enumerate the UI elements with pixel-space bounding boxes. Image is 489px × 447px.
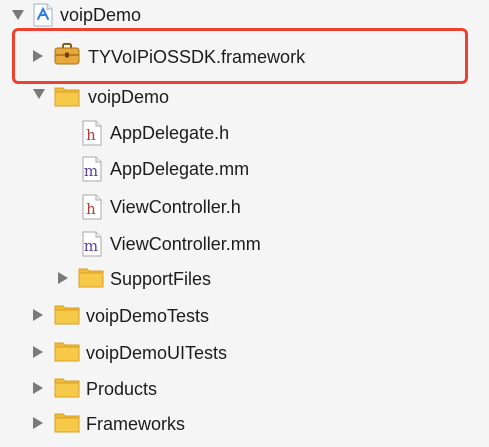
project-label: voipDemo	[60, 5, 142, 25]
tree-row-ui-tests[interactable]: voipDemoUITests	[0, 334, 489, 371]
tree-row-file[interactable]: m AppDelegate.mm	[0, 150, 489, 187]
implementation-file-icon: m	[82, 231, 102, 257]
xcode-project-icon	[33, 3, 53, 27]
group-label: voipDemo	[88, 87, 170, 107]
disclosure-collapsed-icon[interactable]	[33, 346, 43, 358]
folder-icon	[54, 411, 80, 433]
disclosure-expanded-icon[interactable]	[12, 10, 24, 20]
folder-icon	[54, 376, 80, 398]
tree-row-products[interactable]: Products	[0, 370, 489, 407]
highlight-annotation-box	[12, 28, 468, 84]
frameworks-label: Frameworks	[86, 414, 186, 434]
tree-row-file[interactable]: h ViewController.h	[0, 188, 489, 225]
tree-row-file[interactable]: m ViewController.mm	[0, 225, 489, 262]
header-file-icon: h	[82, 120, 102, 146]
project-navigator: voipDemo TYVoIPiOSSDK.framework voipDemo	[0, 0, 489, 447]
folder-icon	[54, 303, 80, 325]
folder-icon	[78, 266, 104, 288]
file-label: ViewController.mm	[110, 234, 261, 254]
ui-tests-label: voipDemoUITests	[86, 343, 228, 363]
tree-row-group[interactable]: voipDemo	[0, 77, 489, 114]
disclosure-expanded-icon[interactable]	[33, 89, 45, 99]
disclosure-collapsed-icon[interactable]	[33, 309, 43, 321]
folder-icon	[54, 85, 80, 107]
folder-icon	[54, 340, 80, 362]
svg-text:m: m	[84, 162, 98, 180]
implementation-file-icon: m	[82, 156, 102, 182]
support-files-label: SupportFiles	[110, 269, 212, 289]
disclosure-collapsed-icon[interactable]	[33, 417, 43, 429]
disclosure-collapsed-icon[interactable]	[58, 272, 68, 284]
svg-text:h: h	[86, 200, 96, 218]
tree-row-support-files[interactable]: SupportFiles	[0, 260, 489, 297]
file-label: ViewController.h	[110, 197, 241, 217]
file-label: AppDelegate.h	[110, 123, 230, 143]
tests-label: voipDemoTests	[86, 306, 210, 326]
tree-row-tests[interactable]: voipDemoTests	[0, 297, 489, 334]
header-file-icon: h	[82, 194, 102, 220]
products-label: Products	[86, 379, 158, 399]
svg-text:h: h	[86, 126, 96, 144]
tree-row-file[interactable]: h AppDelegate.h	[0, 114, 489, 151]
disclosure-collapsed-icon[interactable]	[33, 382, 43, 394]
file-label: AppDelegate.mm	[110, 159, 250, 179]
tree-row-frameworks[interactable]: Frameworks	[0, 405, 489, 442]
svg-text:m: m	[84, 237, 98, 255]
